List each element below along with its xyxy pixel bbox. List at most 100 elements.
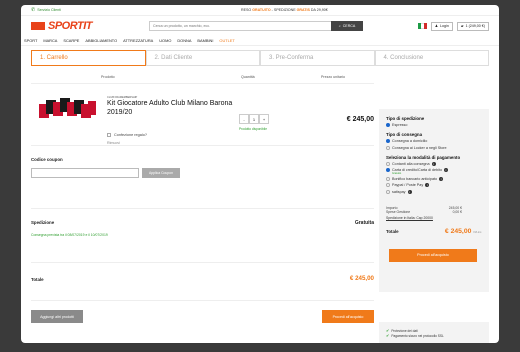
step-customer-data: 2. Dati Cliente <box>145 50 260 66</box>
gift-wrap-option[interactable]: Confezione regalo? <box>107 133 247 137</box>
promo-free-shipping: GRATIS <box>296 8 310 12</box>
header: SPORTIT ⌕ CERCA ♟ Login ▰ 1 (249,00 €) <box>21 16 499 36</box>
total-section: Totale € 245,00 <box>31 262 374 300</box>
search-button-label: CERCA <box>342 24 356 28</box>
cart-button[interactable]: ▰ 1 (249,00 €) <box>456 21 489 31</box>
site-logo[interactable]: SPORTIT <box>31 20 149 32</box>
nav-item-scarpe[interactable]: SCARPE <box>63 38 79 43</box>
nav-item-outlet[interactable]: OUTLET <box>219 38 234 43</box>
col-product: Prodotto <box>101 75 115 79</box>
cart-actions: Aggiungi altri prodotti Procedi all'acqu… <box>31 300 374 330</box>
summary-total-value: € 245,00 <box>444 227 472 235</box>
search-bar: ⌕ CERCA <box>149 21 363 31</box>
checkout-steps: 1. Carrello 2. Dati Cliente 3. Pre-Confe… <box>31 50 489 66</box>
option-label: satispay <box>392 189 406 194</box>
payment-option-bank-transfer[interactable]: Bonifico bancario anticipato i <box>386 177 482 182</box>
summary-amounts: Importo 245,00 € Spese Gestione 0,00 € S… <box>386 206 482 220</box>
payment-option-satispay[interactable]: satispay i <box>386 189 482 194</box>
radio-icon[interactable] <box>386 183 390 188</box>
proceed-checkout-button[interactable]: Procedi all'acquisto <box>322 310 374 323</box>
trust-item-ssl: ✔ Pagamento sicuro nei protocollo SSL <box>386 333 482 338</box>
delivery-option-home[interactable]: Consegna a domicilio <box>386 139 482 144</box>
shipping-destination-link[interactable]: Spedizione in Italia: Cap 20000 <box>386 216 482 220</box>
info-icon[interactable]: i <box>431 161 436 166</box>
radio-icon[interactable] <box>386 145 390 150</box>
fee-value: 0,00 € <box>452 209 462 214</box>
summary-total: Totale € 245,00 IVA inc. <box>386 228 482 235</box>
check-icon: ✔ <box>386 333 390 338</box>
info-icon[interactable]: i <box>407 189 412 194</box>
logo-text: SPORTIT <box>48 20 92 32</box>
radio-icon[interactable] <box>386 161 390 166</box>
nav-item-sport[interactable]: SPORT <box>24 38 37 43</box>
info-icon[interactable]: i <box>444 167 449 172</box>
search-input[interactable] <box>149 21 331 31</box>
qty-minus-button[interactable]: - <box>239 114 249 124</box>
shipping-option-express[interactable]: Espresso <box>386 123 482 128</box>
quantity-cell: - 1 + Prodotto disponibile <box>239 114 269 131</box>
radio-selected-icon[interactable] <box>386 167 390 172</box>
info-icon[interactable]: i <box>425 183 430 188</box>
step-pre-confirm: 3. Pre-Conferma <box>260 50 375 66</box>
promo-suffix: DA 29,90€ <box>310 8 328 12</box>
nav-item-attrezzatura[interactable]: ATTREZZATURA <box>123 38 153 43</box>
promo-prefix: RESO <box>241 8 252 12</box>
italy-flag-icon[interactable] <box>417 23 427 29</box>
nav-item-uomo[interactable]: UOMO <box>159 38 171 43</box>
total-value: € 245,00 <box>349 275 374 282</box>
customer-service-link[interactable]: ✆ Servizio Clienti <box>31 7 211 13</box>
product-brand: CLUB FRAMEMBERSHIP <box>107 96 138 99</box>
sidebar-proceed-button[interactable]: Procedi all'acquisto <box>389 248 477 262</box>
promo-banner: RESO GRATUITO - SPEDIZIONE GRATIS DA 29,… <box>241 8 328 12</box>
delivery-option-locker[interactable]: Consegna ai Locker a negli Store <box>386 145 482 150</box>
shipping-cost: Gratuita <box>354 220 374 226</box>
total-label: Totale <box>31 277 44 282</box>
nav-item-bambini[interactable]: BAMBINI <box>197 38 213 43</box>
option-label: Consegna ai Locker a negli Store <box>392 145 447 150</box>
summary-total-label: Totale <box>386 228 399 234</box>
search-button[interactable]: ⌕ CERCA <box>331 21 363 31</box>
main-nav: SPORT MARCA SCARPE ABBIGLIAMENTO ATTREZZ… <box>21 36 499 46</box>
radio-icon[interactable] <box>386 177 390 182</box>
coupon-label: Codice coupon <box>31 157 63 162</box>
cart-item: CLUB FRAMEMBERSHIP Kit Giocatore Adulto … <box>31 83 374 145</box>
info-icon[interactable]: i <box>439 177 444 182</box>
shipping-type-title: Tipo di spedizione <box>386 116 425 121</box>
top-bar: ✆ Servizio Clienti RESO GRATUITO - SPEDI… <box>21 5 499 16</box>
login-label: Login <box>440 24 449 28</box>
gift-checkbox[interactable] <box>107 133 111 137</box>
apply-coupon-button[interactable]: Applica Coupon <box>142 168 180 178</box>
product-name[interactable]: Kit Giocatore Adulto Club Milano Barona … <box>107 100 247 117</box>
radio-selected-icon[interactable] <box>386 123 390 128</box>
radio-selected-icon[interactable] <box>386 139 390 144</box>
qty-value[interactable]: 1 <box>249 114 259 124</box>
nav-item-abbigliamento[interactable]: ABBIGLIAMENTO <box>85 38 117 43</box>
login-button[interactable]: ♟ Login <box>430 21 453 31</box>
availability-status: Prodotto disponibile <box>239 127 267 131</box>
quantity-stepper: - 1 + <box>239 114 269 124</box>
remove-link[interactable]: Rimuovi <box>107 141 247 145</box>
page-frame: ✆ Servizio Clienti RESO GRATUITO - SPEDI… <box>21 5 499 343</box>
radio-icon[interactable] <box>386 189 390 194</box>
product-image[interactable] <box>39 96 99 124</box>
cart-main: Prodotto Quantità Prezzo unitario CLUB F… <box>31 71 374 330</box>
shipping-section: Spedizione Consegna prevista tra il 08/0… <box>31 208 374 262</box>
trust-box: ✔ Protezione dei dati ✔ Pagamento sicuro… <box>379 322 489 343</box>
option-label: Contanti alla consegna <box>392 161 430 166</box>
option-label: Espresso <box>392 123 408 128</box>
step-cart: 1. Carrello <box>31 50 146 66</box>
nav-item-donna[interactable]: DONNA <box>177 38 191 43</box>
shipping-label: Spedizione <box>31 220 55 225</box>
add-more-products-button[interactable]: Aggiungi altri prodotti <box>31 310 83 323</box>
nav-item-marca[interactable]: MARCA <box>43 38 57 43</box>
customer-service-label: Servizio Clienti <box>37 8 61 12</box>
coupon-input[interactable] <box>31 168 139 178</box>
qty-plus-button[interactable]: + <box>259 114 269 124</box>
delivery-type-title: Tipo di consegna <box>386 132 423 138</box>
user-icon: ♟ <box>434 24 439 28</box>
cart-table-header: Prodotto Quantità Prezzo unitario <box>31 71 374 83</box>
payment-option-cash[interactable]: Contanti alla consegna i <box>386 161 482 166</box>
trust-label: Protezione dei dati <box>391 328 418 333</box>
col-quantity: Quantità <box>241 75 255 79</box>
payment-option-paypal[interactable]: Paypal / Poste Pay i <box>386 183 482 188</box>
